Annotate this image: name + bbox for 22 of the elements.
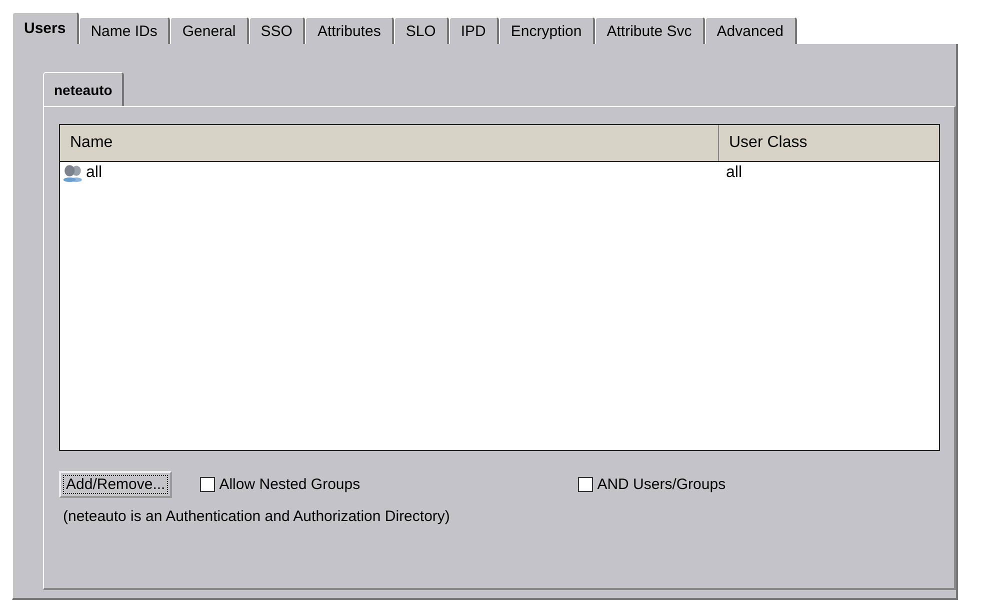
checkbox-label: Allow Nested Groups	[219, 476, 360, 493]
tab[interactable]: Users	[12, 12, 79, 44]
tab[interactable]: Attribute Svc	[594, 17, 705, 44]
note-text: (neteauto is an Authentication and Authorization Directory)	[62, 508, 451, 525]
tab[interactable]: IPD	[448, 17, 499, 44]
tab[interactable]: SSO	[248, 17, 306, 44]
checkbox[interactable]: Allow Nested Groups	[200, 476, 578, 493]
tab[interactable]: neteauto	[43, 72, 124, 106]
tab[interactable]: Name IDs	[78, 17, 170, 44]
tab[interactable]: General	[170, 17, 249, 44]
group-icon	[62, 164, 84, 182]
checkbox-box[interactable]	[578, 477, 594, 492]
column-header[interactable]: User Class	[719, 125, 939, 161]
table-cell: all	[86, 164, 102, 182]
tab[interactable]: SLO	[394, 17, 449, 44]
add-remove-button[interactable]: Add/Remove...	[59, 471, 172, 498]
tab[interactable]: Advanced	[704, 17, 796, 44]
checkbox-box[interactable]	[200, 477, 216, 492]
table-cell: all	[726, 164, 742, 182]
column-header[interactable]: Name	[60, 125, 719, 161]
tab[interactable]: Attributes	[305, 17, 394, 44]
tab[interactable]: Encryption	[498, 17, 595, 44]
